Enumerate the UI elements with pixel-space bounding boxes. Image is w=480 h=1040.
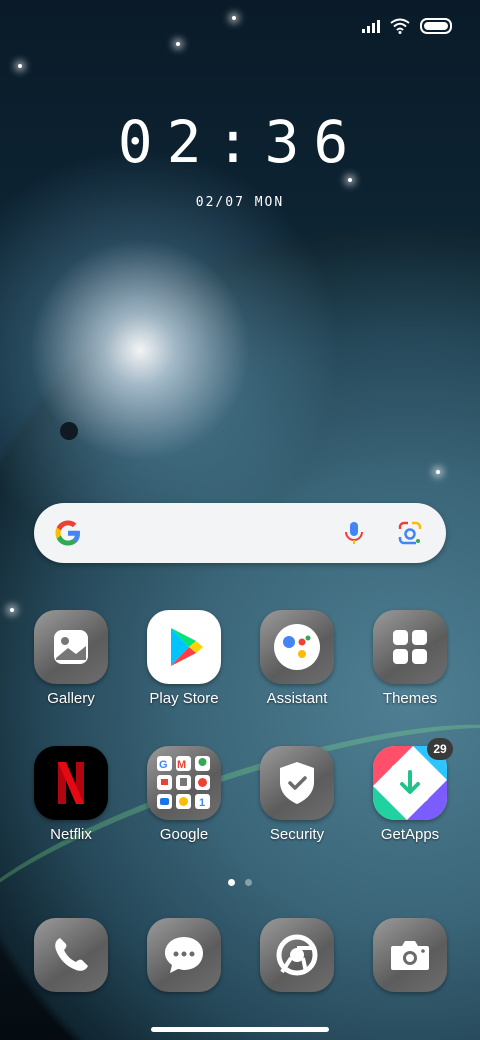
app-label: Themes [382, 690, 438, 707]
dock-messages[interactable] [136, 918, 232, 992]
svg-text:1: 1 [199, 797, 205, 809]
star [436, 470, 440, 474]
google-folder-icon: G M 1 [147, 746, 221, 820]
app-gallery[interactable]: Gallery [23, 610, 119, 707]
app-label: Google [159, 826, 209, 843]
app-getapps[interactable]: 29 GetApps [362, 738, 458, 843]
star [18, 64, 22, 68]
page-indicator [228, 879, 252, 886]
star [176, 42, 180, 46]
status-bar [362, 18, 452, 34]
netflix-icon [34, 746, 108, 820]
mic-icon[interactable] [340, 519, 368, 547]
moon [60, 422, 78, 440]
star [232, 16, 236, 20]
wifi-icon [390, 18, 410, 34]
getapps-icon: 29 [373, 738, 453, 820]
signal-icon [362, 19, 380, 33]
home-gesture-bar[interactable] [151, 1027, 329, 1032]
app-themes[interactable]: Themes [362, 610, 458, 707]
page-dot[interactable] [245, 879, 252, 886]
dock-phone[interactable] [23, 918, 119, 992]
play-store-icon [147, 610, 221, 684]
security-icon [260, 746, 334, 820]
app-label: Gallery [47, 690, 95, 707]
battery-icon [420, 18, 452, 34]
app-label: Netflix [50, 826, 92, 843]
app-play-store[interactable]: Play Store [136, 610, 232, 707]
google-search-bar[interactable] [34, 503, 446, 563]
app-label: Assistant [266, 690, 328, 707]
camera-icon [373, 918, 447, 992]
dock-chrome[interactable] [249, 918, 345, 992]
clock-date[interactable]: 02/07 MON [0, 195, 480, 210]
app-assistant[interactable]: Assistant [249, 610, 345, 707]
google-lens-icon[interactable] [396, 519, 424, 547]
notification-badge: 29 [427, 738, 453, 760]
app-netflix[interactable]: Netflix [23, 746, 119, 843]
assistant-icon [260, 610, 334, 684]
app-security[interactable]: Security [249, 746, 345, 843]
gallery-icon [34, 610, 108, 684]
star [10, 608, 14, 612]
star [348, 178, 352, 182]
app-label: Security [269, 826, 325, 843]
dock-camera[interactable] [362, 918, 458, 992]
phone-icon [34, 918, 108, 992]
svg-text:M: M [177, 759, 186, 771]
chrome-icon [260, 918, 334, 992]
google-logo-icon [55, 520, 80, 546]
app-label: Play Store [149, 690, 219, 707]
clock-time[interactable]: 02:36 [0, 108, 480, 176]
app-label: GetApps [380, 826, 440, 843]
svg-text:G: G [159, 759, 168, 771]
themes-icon [373, 610, 447, 684]
messages-icon [147, 918, 221, 992]
app-google-folder[interactable]: G M 1 Google [136, 746, 232, 843]
page-dot-active[interactable] [228, 879, 235, 886]
